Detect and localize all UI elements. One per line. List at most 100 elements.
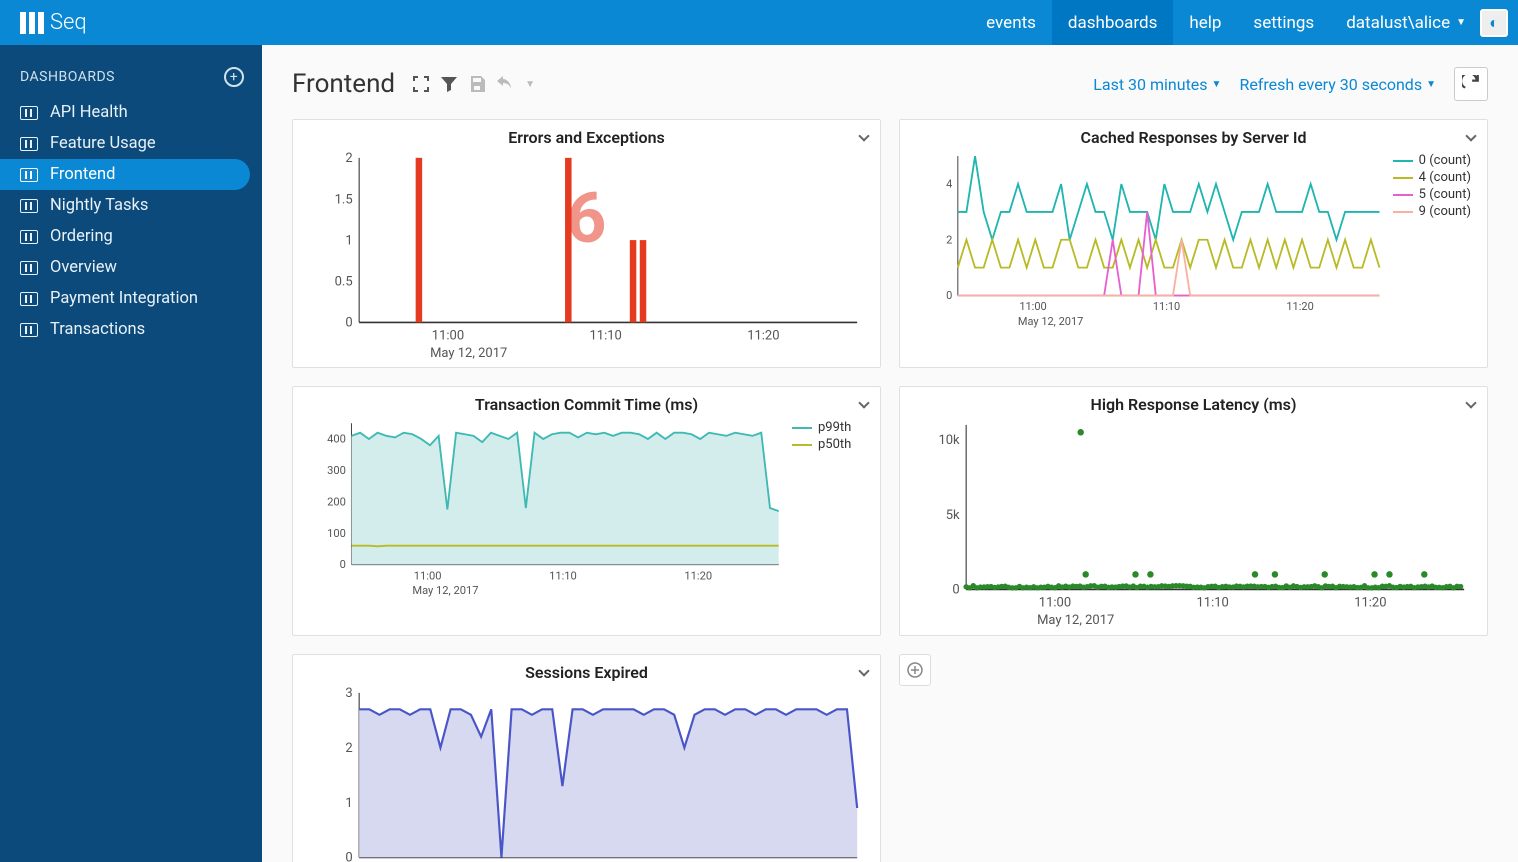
nav-help[interactable]: help bbox=[1173, 0, 1237, 45]
chart-big-number: 6 bbox=[566, 178, 606, 260]
toolbar: ▼ bbox=[413, 76, 535, 92]
sidebar-item-label: Payment Integration bbox=[50, 289, 198, 308]
chevron-down-icon: ▼ bbox=[1212, 79, 1222, 90]
plus-circle-icon bbox=[907, 662, 923, 678]
sidebar-item-overview[interactable]: Overview bbox=[0, 252, 250, 283]
sidebar-item-label: Frontend bbox=[50, 165, 115, 184]
svg-text:0.5: 0.5 bbox=[335, 275, 353, 290]
svg-text:0: 0 bbox=[345, 850, 352, 862]
chart-card-latency: High Response Latency (ms) 0 5k 10k 11:00 11:… bbox=[899, 386, 1488, 635]
svg-text:2: 2 bbox=[345, 741, 352, 756]
chevron-down-icon bbox=[1465, 130, 1476, 141]
chevron-down-icon: ▼ bbox=[1456, 17, 1466, 28]
sidebar-item-label: Feature Usage bbox=[50, 134, 156, 153]
sidebar-item-frontend[interactable]: Frontend bbox=[0, 159, 250, 190]
chart-plot: 010020030040011:0011:1011:20May 12, 2017 bbox=[305, 414, 788, 598]
svg-text:300: 300 bbox=[327, 464, 346, 477]
time-range-dropdown[interactable]: Last 30 minutes ▼ bbox=[1093, 75, 1221, 94]
svg-text:10k: 10k bbox=[938, 433, 960, 448]
chevron-down-icon: ▼ bbox=[1426, 79, 1436, 90]
svg-text:May 12, 2017: May 12, 2017 bbox=[412, 585, 478, 598]
add-dashboard-button[interactable]: + bbox=[224, 67, 244, 87]
nav-events[interactable]: events bbox=[970, 0, 1052, 45]
sidebar-item-label: Transactions bbox=[50, 320, 145, 339]
svg-text:1.5: 1.5 bbox=[335, 192, 353, 207]
svg-text:11:00: 11:00 bbox=[1019, 300, 1046, 313]
sidebar-item-transactions[interactable]: Transactions bbox=[0, 314, 250, 345]
svg-text:400: 400 bbox=[327, 433, 346, 446]
svg-text:2: 2 bbox=[946, 233, 952, 246]
chevron-down-icon bbox=[1465, 398, 1476, 409]
dashboard-icon bbox=[20, 261, 38, 275]
chart-title: Cached Responses by Server Id bbox=[1081, 128, 1307, 147]
top-nav: events dashboards help settings bbox=[970, 0, 1330, 45]
chart-plot: 012311:0011:1011:20May 12, 2017 bbox=[305, 682, 868, 862]
svg-text:200: 200 bbox=[327, 496, 346, 509]
dashboard-icon bbox=[20, 292, 38, 306]
content: Frontend ▼ Last 30 minutes ▼ Refresh eve… bbox=[262, 45, 1518, 862]
add-chart-button[interactable] bbox=[899, 654, 931, 686]
chevron-down-icon: ▼ bbox=[525, 79, 535, 90]
svg-text:4: 4 bbox=[946, 178, 952, 191]
sidebar-item-label: Overview bbox=[50, 258, 117, 277]
app-logo[interactable]: Seq bbox=[0, 10, 107, 35]
refresh-button[interactable] bbox=[1454, 67, 1488, 101]
dashboard-icon bbox=[20, 106, 38, 120]
svg-text:0: 0 bbox=[340, 559, 346, 572]
logo-bars-icon bbox=[20, 12, 44, 34]
sidebar-item-nightly-tasks[interactable]: Nightly Tasks bbox=[0, 190, 250, 221]
chart-menu-button[interactable] bbox=[860, 395, 868, 411]
dashboard-icon bbox=[20, 323, 38, 337]
svg-text:11:20: 11:20 bbox=[1286, 300, 1313, 313]
svg-text:11:10: 11:10 bbox=[1196, 596, 1228, 611]
svg-text:1: 1 bbox=[345, 796, 352, 811]
nav-dashboards[interactable]: dashboards bbox=[1052, 0, 1173, 45]
chart-menu-button[interactable] bbox=[1467, 128, 1475, 144]
avatar: ◐ bbox=[1480, 9, 1508, 37]
chart-card-txtime: Transaction Commit Time (ms) 0 100 200 300 40… bbox=[292, 386, 881, 635]
dashboard-icon bbox=[20, 168, 38, 182]
sidebar: DASHBOARDS + API HealthFeature UsageFron… bbox=[0, 45, 262, 862]
chevron-down-icon bbox=[858, 665, 869, 676]
svg-text:11:20: 11:20 bbox=[1354, 596, 1386, 611]
sidebar-item-api-health[interactable]: API Health bbox=[0, 97, 250, 128]
svg-text:2: 2 bbox=[345, 151, 352, 166]
svg-text:0: 0 bbox=[952, 583, 959, 598]
app-name: Seq bbox=[50, 10, 87, 35]
chevron-down-icon bbox=[858, 130, 869, 141]
time-range-label: Last 30 minutes bbox=[1093, 75, 1207, 94]
svg-text:May 12, 2017: May 12, 2017 bbox=[1037, 613, 1114, 628]
svg-text:11:10: 11:10 bbox=[549, 570, 577, 583]
page-title: Frontend bbox=[292, 69, 395, 99]
user-menu[interactable]: datalust\alice ▼ ◐ bbox=[1330, 9, 1518, 37]
svg-text:11:00: 11:00 bbox=[1039, 596, 1071, 611]
svg-text:5k: 5k bbox=[946, 508, 960, 523]
filter-icon[interactable] bbox=[441, 76, 457, 92]
fullscreen-icon[interactable] bbox=[413, 76, 429, 92]
chart-title: Sessions Expired bbox=[525, 663, 648, 682]
chevron-down-icon bbox=[858, 398, 869, 409]
chart-title: Transaction Commit Time (ms) bbox=[475, 395, 698, 414]
chart-title: High Response Latency (ms) bbox=[1090, 395, 1296, 414]
dashboard-icon bbox=[20, 137, 38, 151]
svg-text:1: 1 bbox=[345, 233, 352, 248]
chart-card-errors: Errors and Exceptions600.511.5211:0011:1… bbox=[292, 119, 881, 368]
sidebar-item-feature-usage[interactable]: Feature Usage bbox=[0, 128, 250, 159]
nav-settings[interactable]: settings bbox=[1237, 0, 1330, 45]
svg-text:11:00: 11:00 bbox=[432, 329, 464, 344]
sidebar-item-payment-integration[interactable]: Payment Integration bbox=[0, 283, 250, 314]
save-icon bbox=[469, 76, 485, 92]
sidebar-item-ordering[interactable]: Ordering bbox=[0, 221, 250, 252]
chart-menu-button[interactable] bbox=[860, 663, 868, 679]
chart-legend: p99thp50th bbox=[788, 414, 868, 598]
chart-plot: 02411:0011:1011:20May 12, 2017 bbox=[912, 147, 1389, 329]
svg-text:May 12, 2017: May 12, 2017 bbox=[1018, 315, 1083, 328]
user-label: datalust\alice bbox=[1346, 13, 1450, 33]
svg-text:11:10: 11:10 bbox=[589, 329, 621, 344]
chart-menu-button[interactable] bbox=[1467, 395, 1475, 411]
refresh-interval-dropdown[interactable]: Refresh every 30 seconds ▼ bbox=[1239, 75, 1436, 94]
svg-text:100: 100 bbox=[327, 527, 346, 540]
sidebar-item-label: Ordering bbox=[50, 227, 113, 246]
dashboard-icon bbox=[20, 230, 38, 244]
chart-menu-button[interactable] bbox=[860, 128, 868, 144]
